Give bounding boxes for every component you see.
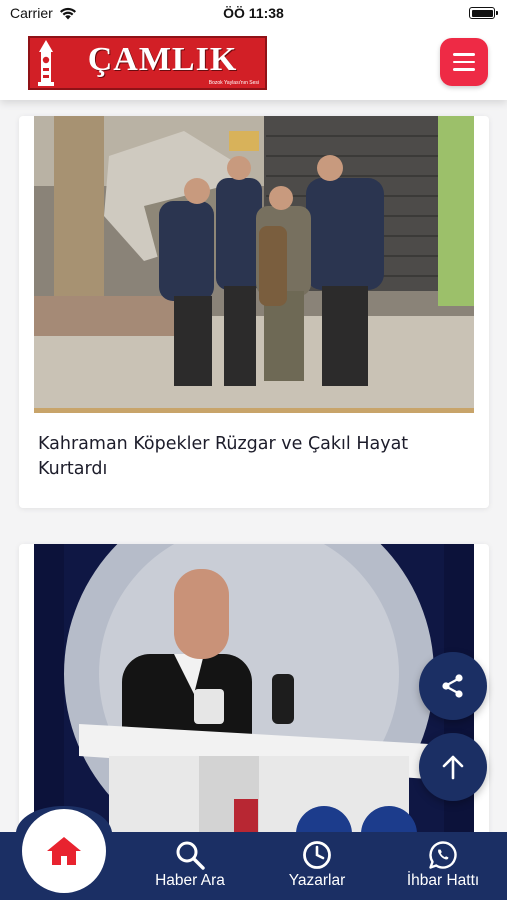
nav-label: İhbar Hattı	[406, 872, 480, 889]
accent-divider	[34, 408, 474, 413]
news-image[interactable]	[34, 116, 474, 408]
menu-button[interactable]	[440, 38, 488, 86]
nav-tip-line[interactable]: İhbar Hattı	[388, 840, 498, 894]
share-icon	[442, 674, 463, 698]
arrow-up-icon	[442, 755, 464, 780]
scroll-top-button[interactable]	[419, 733, 487, 801]
search-icon	[176, 841, 205, 870]
battery-icon	[469, 7, 498, 19]
app-header: ÇAMLIK Bozok Yaylası'nın Sesi	[0, 26, 507, 100]
share-button[interactable]	[419, 652, 487, 720]
hamburger-icon	[453, 53, 475, 56]
hamburger-line	[453, 60, 475, 64]
clock-icon	[303, 841, 331, 869]
clock-tower-icon	[38, 40, 54, 86]
nav-label: Haber Ara	[155, 872, 225, 889]
rescue-team-photo	[34, 116, 474, 408]
status-left: Carrier	[10, 5, 77, 21]
nav-authors[interactable]: Yazarlar	[262, 840, 372, 894]
logo-slogan: Bozok Yaylası'nın Sesi	[208, 80, 259, 86]
logo-wordmark: ÇAMLIK	[87, 41, 238, 78]
hamburger-line	[453, 68, 475, 71]
nav-news-search[interactable]: Haber Ara	[135, 840, 245, 894]
home-icon	[47, 837, 81, 865]
camlik-logo[interactable]: ÇAMLIK Bozok Yaylası'nın Sesi	[28, 36, 267, 90]
wifi-icon	[59, 7, 76, 19]
home-button[interactable]	[22, 809, 106, 893]
nav-label: Yazarlar	[288, 872, 346, 889]
whatsapp-icon	[429, 841, 457, 869]
news-title[interactable]: Kahraman Köpekler Rüzgar ve Çakıl Hayat …	[38, 432, 458, 482]
status-bar: Carrier ÖÖ 11:38	[0, 0, 507, 26]
carrier-label: Carrier	[10, 5, 53, 21]
news-card[interactable]: Kahraman Köpekler Rüzgar ve Çakıl Hayat …	[19, 116, 489, 508]
